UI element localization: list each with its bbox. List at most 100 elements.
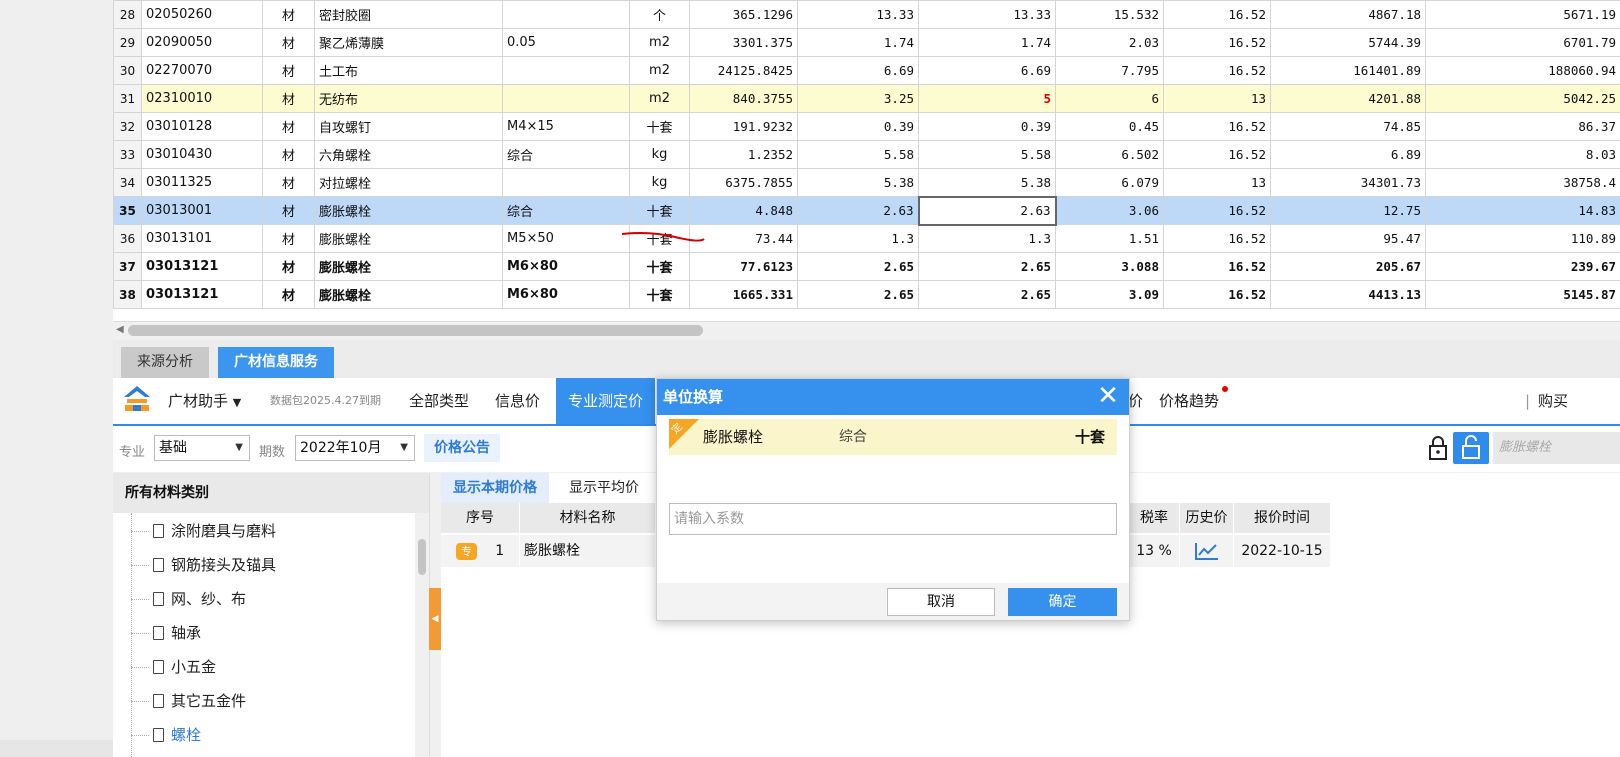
history-cell[interactable] [1180,535,1233,567]
table-row[interactable]: 31 02310010 材无纺布 m2 840.3755 3.25 5 6 13 4201.88 5… [113,84,1620,113]
table-row[interactable]: 33 03010430 材六角螺栓 综合 kg 1.2352 5.58 5.58 6.502 16… [113,140,1620,169]
amount1-cell[interactable]: 205.67 [1270,252,1426,281]
scrollbar-thumb[interactable] [128,325,703,336]
type-cell[interactable]: 材 [262,0,315,29]
code-cell[interactable]: 03013121 [141,252,263,281]
type-cell[interactable]: 材 [262,140,315,169]
tree-item[interactable]: 小五金 [113,650,413,684]
price3-cell[interactable]: 1.51 [1055,224,1164,253]
code-cell[interactable]: 02050260 [141,0,263,29]
spec-cell[interactable] [502,0,630,29]
price3-cell[interactable]: 0.45 [1055,112,1164,141]
name-cell[interactable]: 无纺布 [314,84,503,113]
ok-button[interactable]: 确定 [1008,588,1117,616]
price2-cell[interactable]: 2.65 [918,280,1056,309]
spec-cell[interactable] [502,168,630,197]
price1-cell[interactable]: 0.39 [797,112,919,141]
amount1-cell[interactable]: 74.85 [1270,112,1426,141]
table-row[interactable]: 34 03011325 材对拉螺栓 kg 6375.7855 5.38 5.38 6.079 1… [113,168,1620,197]
price3-cell[interactable]: 6.079 [1055,168,1164,197]
close-icon[interactable]: ✕ [1095,383,1121,411]
assistant-menu[interactable]: 广材助手 ▼ [168,378,241,424]
price1-cell[interactable]: 1.3 [797,224,919,253]
unit-cell[interactable]: m2 [629,28,690,57]
scrollbar-thumb[interactable] [418,539,426,575]
amount2-cell[interactable]: 5042.25 [1425,84,1620,113]
nav-professional-price[interactable]: 专业测定价 [556,378,656,424]
price2-cell[interactable]: 5 [918,84,1056,113]
unit-cell[interactable]: 十套 [629,196,690,225]
row-index[interactable]: 28 [113,0,142,29]
row-index[interactable]: 34 [113,168,142,197]
price2-cell[interactable]: 5.58 [918,140,1056,169]
name-cell[interactable]: 六角螺栓 [314,140,503,169]
trend-chart-icon[interactable] [1194,541,1220,561]
coefficient-input[interactable] [669,503,1117,535]
table-row[interactable]: 35 03013001 材膨胀螺栓 综合 十套 4.848 2.63 2.63 3.06 16.5… [113,195,1620,226]
code-cell[interactable]: 02270070 [141,56,263,85]
price3-cell[interactable]: 7.795 [1055,56,1164,85]
type-cell[interactable]: 材 [262,112,315,141]
tax-cell[interactable]: 16.52 [1163,28,1271,57]
name-cell[interactable]: 聚乙烯薄膜 [314,28,503,57]
nav-price-trend[interactable]: 价格趋势 [1159,378,1219,424]
qty-cell[interactable]: 365.1296 [689,0,798,29]
qty-cell[interactable]: 73.44 [689,224,798,253]
tree-item[interactable]: 网、纱、布 [113,582,413,616]
nav-info-price[interactable]: 信息价 [495,378,540,424]
qty-cell[interactable]: 1665.331 [689,280,798,309]
amount1-cell[interactable]: 12.75 [1270,196,1426,225]
qty-cell[interactable]: 4.848 [689,196,798,225]
amount2-cell[interactable]: 5145.87 [1425,280,1620,309]
qty-cell[interactable]: 1.2352 [689,140,798,169]
table-row[interactable]: 36 03013101 材膨胀螺栓 M5×50 十套 73.44 1.3 1.3 1.51 16.… [113,224,1620,253]
code-cell[interactable]: 03010128 [141,112,263,141]
nav-buy[interactable]: 购买 [1538,378,1568,424]
table-row[interactable]: 29 02090050 材聚乙烯薄膜 0.05 m2 3301.375 1.74 1.74 2.… [113,28,1620,57]
unit-cell[interactable]: kg [629,140,690,169]
price1-cell[interactable]: 6.69 [797,56,919,85]
price1-cell[interactable]: 2.65 [797,280,919,309]
tab-current-price[interactable]: 显示本期价格 [441,473,549,503]
scroll-left-arrow-icon[interactable]: ◀ [116,324,124,335]
price2-cell[interactable]: 6.69 [918,56,1056,85]
amount1-cell[interactable]: 5744.39 [1270,28,1426,57]
amount2-cell[interactable]: 8.03 [1425,140,1620,169]
tax-cell[interactable]: 16.52 [1163,112,1271,141]
spec-cell[interactable]: 0.05 [502,28,630,57]
amount2-cell[interactable]: 188060.94 [1425,56,1620,85]
qty-cell[interactable]: 77.6123 [689,252,798,281]
tax-cell[interactable]: 16.52 [1163,252,1271,281]
type-cell[interactable]: 材 [262,196,315,225]
price2-cell[interactable]: 2.65 [918,252,1056,281]
cancel-button[interactable]: 取消 [887,588,995,616]
price3-cell[interactable]: 3.06 [1055,196,1164,225]
price3-cell[interactable]: 2.03 [1055,28,1164,57]
lock-icon[interactable] [1425,432,1451,464]
name-cell[interactable]: 膨胀螺栓 [314,196,503,225]
unit-cell[interactable]: 十套 [629,280,690,309]
row-index[interactable]: 31 [113,84,142,113]
price2-cell[interactable]: 5.38 [918,168,1056,197]
price2-cell[interactable]: 1.74 [918,28,1056,57]
code-cell[interactable]: 02310010 [141,84,263,113]
unit-cell[interactable]: 十套 [629,112,690,141]
table-row[interactable]: 32 03010128 材自攻螺钉 M4×15 十套 191.9232 0.39 0.39 0.… [113,112,1620,141]
price3-cell[interactable]: 6 [1055,84,1164,113]
spec-cell[interactable]: M6×80 [502,280,630,309]
amount2-cell[interactable]: 38758.4 [1425,168,1620,197]
tax-cell[interactable]: 16.52 [1163,224,1271,253]
amount1-cell[interactable]: 4201.88 [1270,84,1426,113]
price1-cell[interactable]: 1.74 [797,28,919,57]
major-select[interactable]: 基础 ▼ [154,435,250,461]
price3-cell[interactable]: 3.088 [1055,252,1164,281]
row-index[interactable]: 36 [113,224,142,253]
code-cell[interactable]: 03013001 [141,196,263,225]
price2-cell[interactable]: 1.3 [918,224,1056,253]
price-notice-button[interactable]: 价格公告 [424,434,500,462]
qty-cell[interactable]: 191.9232 [689,112,798,141]
name-cell[interactable]: 自攻螺钉 [314,112,503,141]
type-cell[interactable]: 材 [262,224,315,253]
qty-cell[interactable]: 3301.375 [689,28,798,57]
code-cell[interactable]: 02090050 [141,28,263,57]
